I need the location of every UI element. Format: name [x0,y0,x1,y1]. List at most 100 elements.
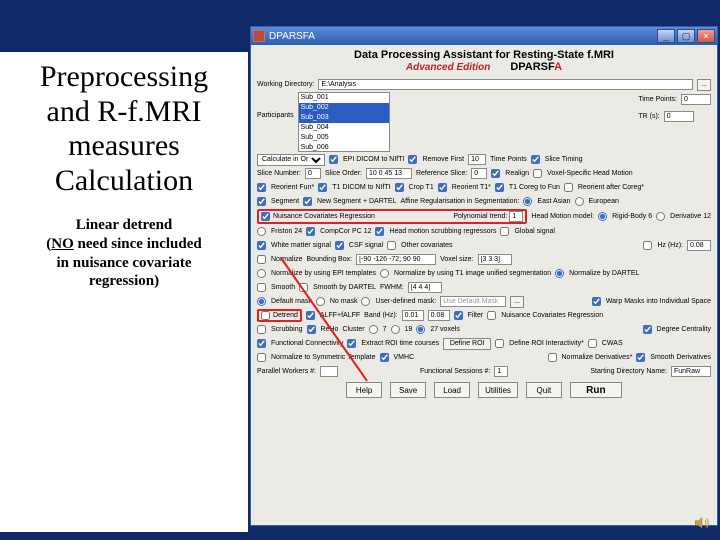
list-item[interactable]: Sub_004 [299,123,389,133]
normalize-checkbox[interactable] [257,255,266,264]
voxel-hm-checkbox[interactable] [533,169,542,178]
hz-checkbox[interactable] [643,241,652,250]
working-dir-browse-button[interactable]: ... [697,79,711,91]
slice-timing-checkbox[interactable] [531,155,540,164]
other-cov-checkbox[interactable] [387,241,396,250]
segment-checkbox[interactable] [257,197,266,206]
friston24-radio[interactable] [257,227,266,236]
functional-sessions-input[interactable] [494,366,508,377]
define-roi-inter-checkbox[interactable] [495,339,504,348]
band-lo-input[interactable] [402,310,424,321]
detrend-checkbox[interactable] [261,311,270,320]
norm-sym-checkbox[interactable] [257,353,266,362]
wm-checkbox[interactable] [257,241,266,250]
reorient-fun-checkbox[interactable] [257,183,266,192]
head-motion-model-label: Head Motion model: [531,213,594,220]
define-roi-button[interactable]: Define ROI [443,338,491,350]
maximize-button[interactable]: ▢ [677,29,695,43]
global-signal-checkbox[interactable] [500,227,509,236]
participants-listbox[interactable]: Sub_001 Sub_002 Sub_003 Sub_004 Sub_005 … [298,92,390,152]
t1-coreg-checkbox[interactable] [495,183,504,192]
warp-masks-checkbox[interactable] [592,297,601,306]
remove-first-n-input[interactable] [468,154,486,165]
norm-deriv-checkbox[interactable] [548,353,557,362]
speaker-icon [692,514,712,532]
parallel-workers-input[interactable] [320,366,338,377]
bounding-box-input[interactable] [356,254,436,265]
user-mask-radio[interactable] [361,297,370,306]
reho-checkbox[interactable] [307,325,316,334]
norm-t1-radio[interactable] [380,269,389,278]
remove-first-checkbox[interactable] [408,155,417,164]
nuisance-checkbox[interactable] [261,212,270,221]
titlebar[interactable]: DPARSFA _ ▢ × [251,27,717,45]
scrubbing-checkbox[interactable] [257,325,266,334]
fwhm-label: FWHM: [380,284,404,291]
deriv12-radio[interactable] [656,212,665,221]
help-button[interactable]: Help [346,382,382,398]
close-button[interactable]: × [697,29,715,43]
epi-dicom-checkbox[interactable] [329,155,338,164]
list-item[interactable]: Sub_002 [299,103,389,113]
reorient-t1-checkbox[interactable] [438,183,447,192]
slice-number-label: Slice Number: [257,170,301,177]
cluster19-radio[interactable] [391,325,400,334]
nuisance2-checkbox[interactable] [487,311,496,320]
hz-input[interactable] [687,240,711,251]
degree-centrality-checkbox[interactable] [643,325,652,334]
functional-sessions-label: Functional Sessions #: [420,368,490,375]
smooth-checkbox[interactable] [257,283,266,292]
vmhc-checkbox[interactable] [380,353,389,362]
smooth-deriv-checkbox[interactable] [636,353,645,362]
list-item[interactable]: Sub_003 [299,113,389,123]
cwas-checkbox[interactable] [588,339,597,348]
tr-input[interactable] [664,111,694,122]
user-mask-browse-button[interactable]: ... [510,296,524,308]
european-radio[interactable] [575,197,584,206]
crop-t1-checkbox[interactable] [395,183,404,192]
list-item[interactable]: Sub_006 [299,143,389,152]
slice-number-input[interactable] [305,168,321,179]
alff-checkbox[interactable] [306,311,315,320]
voxel-size-label: Voxel size: [440,256,473,263]
time-points-input[interactable] [681,94,711,105]
default-mask-radio[interactable] [257,297,266,306]
fwhm-input[interactable] [408,282,442,293]
cluster7-radio[interactable] [369,325,378,334]
no-mask-radio[interactable] [316,297,325,306]
t1-dicom-checkbox[interactable] [318,183,327,192]
load-button[interactable]: Load [434,382,470,398]
realign-checkbox[interactable] [491,169,500,178]
voxel-size-input[interactable] [478,254,512,265]
new-segment-checkbox[interactable] [303,197,312,206]
cluster27-radio[interactable] [416,325,425,334]
east-asian-radio[interactable] [523,197,532,206]
ref-slice-input[interactable] [471,168,487,179]
hm-scrub-checkbox[interactable] [375,227,384,236]
working-dir-input[interactable] [318,79,693,90]
utilities-button[interactable]: Utilities [478,382,518,398]
quit-button[interactable]: Quit [526,382,562,398]
user-mask-input[interactable] [440,296,506,307]
csf-checkbox[interactable] [335,241,344,250]
norm-epi-radio[interactable] [257,269,266,278]
reorient-after-checkbox[interactable] [564,183,573,192]
calculate-in-select[interactable]: Calculate in Or... [257,154,325,166]
fc-checkbox[interactable] [257,339,266,348]
compcor-checkbox[interactable] [306,227,315,236]
rigid-body-radio[interactable] [598,212,607,221]
band-hi-input[interactable] [428,310,450,321]
poly-trend-input[interactable] [509,211,523,222]
run-button[interactable]: Run [570,382,622,398]
filter-checkbox[interactable] [454,311,463,320]
extract-roi-checkbox[interactable] [347,339,356,348]
list-item[interactable]: Sub_005 [299,133,389,143]
minimize-button[interactable]: _ [657,29,675,43]
slice-order-input[interactable] [366,168,412,179]
norm-dartel-radio[interactable] [555,269,564,278]
affine-label: Affine Regularisation in Segmentation: [400,198,519,205]
slide-text-panel: Preprocessing and R-f.MRI measures Calcu… [0,52,248,532]
list-item[interactable]: Sub_001 [299,93,389,103]
save-button[interactable]: Save [390,382,426,398]
starting-dir-input[interactable] [671,366,711,377]
